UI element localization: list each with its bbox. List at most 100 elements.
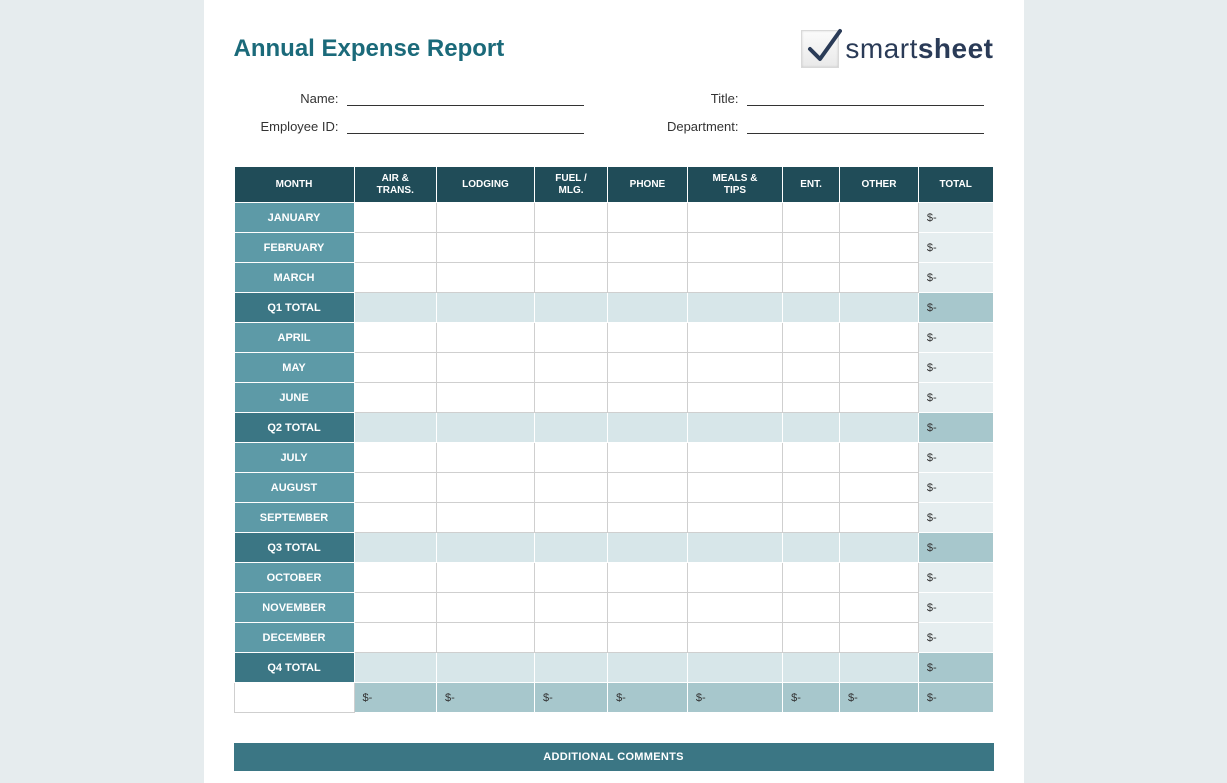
expense-cell[interactable] [840,533,919,563]
expense-cell[interactable] [687,263,782,293]
expense-cell[interactable] [437,323,535,353]
expense-cell[interactable] [354,383,437,413]
expense-cell[interactable] [354,653,437,683]
expense-cell[interactable] [783,533,840,563]
department-input[interactable] [747,118,984,134]
expense-cell[interactable] [687,323,782,353]
expense-cell[interactable] [687,353,782,383]
expense-cell[interactable] [535,503,608,533]
expense-cell[interactable] [687,443,782,473]
expense-cell[interactable] [354,623,437,653]
expense-cell[interactable] [437,263,535,293]
expense-cell[interactable] [783,623,840,653]
expense-cell[interactable] [437,443,535,473]
expense-cell[interactable] [535,533,608,563]
expense-cell[interactable] [687,473,782,503]
expense-cell[interactable] [783,383,840,413]
expense-cell[interactable] [354,443,437,473]
expense-cell[interactable] [437,593,535,623]
expense-cell[interactable] [783,413,840,443]
expense-cell[interactable] [437,533,535,563]
expense-cell[interactable] [437,503,535,533]
expense-cell[interactable] [437,623,535,653]
expense-cell[interactable] [535,413,608,443]
expense-cell[interactable] [687,593,782,623]
name-input[interactable] [347,90,584,106]
expense-cell[interactable] [535,593,608,623]
expense-cell[interactable] [687,503,782,533]
expense-cell[interactable] [535,293,608,323]
expense-cell[interactable] [840,563,919,593]
expense-cell[interactable] [354,503,437,533]
expense-cell[interactable] [354,593,437,623]
expense-cell[interactable] [354,473,437,503]
expense-cell[interactable] [535,233,608,263]
expense-cell[interactable] [535,653,608,683]
expense-cell[interactable] [608,533,688,563]
expense-cell[interactable] [840,383,919,413]
expense-cell[interactable] [783,563,840,593]
expense-cell[interactable] [783,473,840,503]
expense-cell[interactable] [608,653,688,683]
expense-cell[interactable] [608,383,688,413]
expense-cell[interactable] [783,353,840,383]
expense-cell[interactable] [437,293,535,323]
expense-cell[interactable] [608,443,688,473]
expense-cell[interactable] [354,413,437,443]
title-input[interactable] [747,90,984,106]
expense-cell[interactable] [840,623,919,653]
expense-cell[interactable] [535,263,608,293]
expense-cell[interactable] [354,263,437,293]
expense-cell[interactable] [535,563,608,593]
expense-cell[interactable] [437,353,535,383]
expense-cell[interactable] [840,413,919,443]
expense-cell[interactable] [535,473,608,503]
expense-cell[interactable] [840,263,919,293]
expense-cell[interactable] [840,653,919,683]
expense-cell[interactable] [687,563,782,593]
expense-cell[interactable] [535,203,608,233]
expense-cell[interactable] [783,593,840,623]
expense-cell[interactable] [608,623,688,653]
expense-cell[interactable] [354,203,437,233]
expense-cell[interactable] [783,323,840,353]
expense-cell[interactable] [687,653,782,683]
expense-cell[interactable] [535,353,608,383]
expense-cell[interactable] [783,503,840,533]
expense-cell[interactable] [840,293,919,323]
expense-cell[interactable] [783,233,840,263]
expense-cell[interactable] [687,293,782,323]
expense-cell[interactable] [840,503,919,533]
expense-cell[interactable] [783,203,840,233]
expense-cell[interactable] [840,203,919,233]
expense-cell[interactable] [687,413,782,443]
expense-cell[interactable] [535,623,608,653]
expense-cell[interactable] [608,413,688,443]
expense-cell[interactable] [354,323,437,353]
expense-cell[interactable] [608,263,688,293]
expense-cell[interactable] [535,443,608,473]
expense-cell[interactable] [354,233,437,263]
expense-cell[interactable] [354,563,437,593]
employee-id-input[interactable] [347,118,584,134]
expense-cell[interactable] [354,533,437,563]
expense-cell[interactable] [840,593,919,623]
expense-cell[interactable] [354,293,437,323]
expense-cell[interactable] [608,503,688,533]
expense-cell[interactable] [840,233,919,263]
expense-cell[interactable] [608,593,688,623]
expense-cell[interactable] [687,383,782,413]
expense-cell[interactable] [687,533,782,563]
expense-cell[interactable] [608,563,688,593]
expense-cell[interactable] [840,323,919,353]
expense-cell[interactable] [608,293,688,323]
expense-cell[interactable] [608,323,688,353]
expense-cell[interactable] [783,293,840,323]
expense-cell[interactable] [354,353,437,383]
expense-cell[interactable] [840,473,919,503]
expense-cell[interactable] [783,653,840,683]
expense-cell[interactable] [437,203,535,233]
expense-cell[interactable] [840,443,919,473]
expense-cell[interactable] [535,383,608,413]
expense-cell[interactable] [687,233,782,263]
